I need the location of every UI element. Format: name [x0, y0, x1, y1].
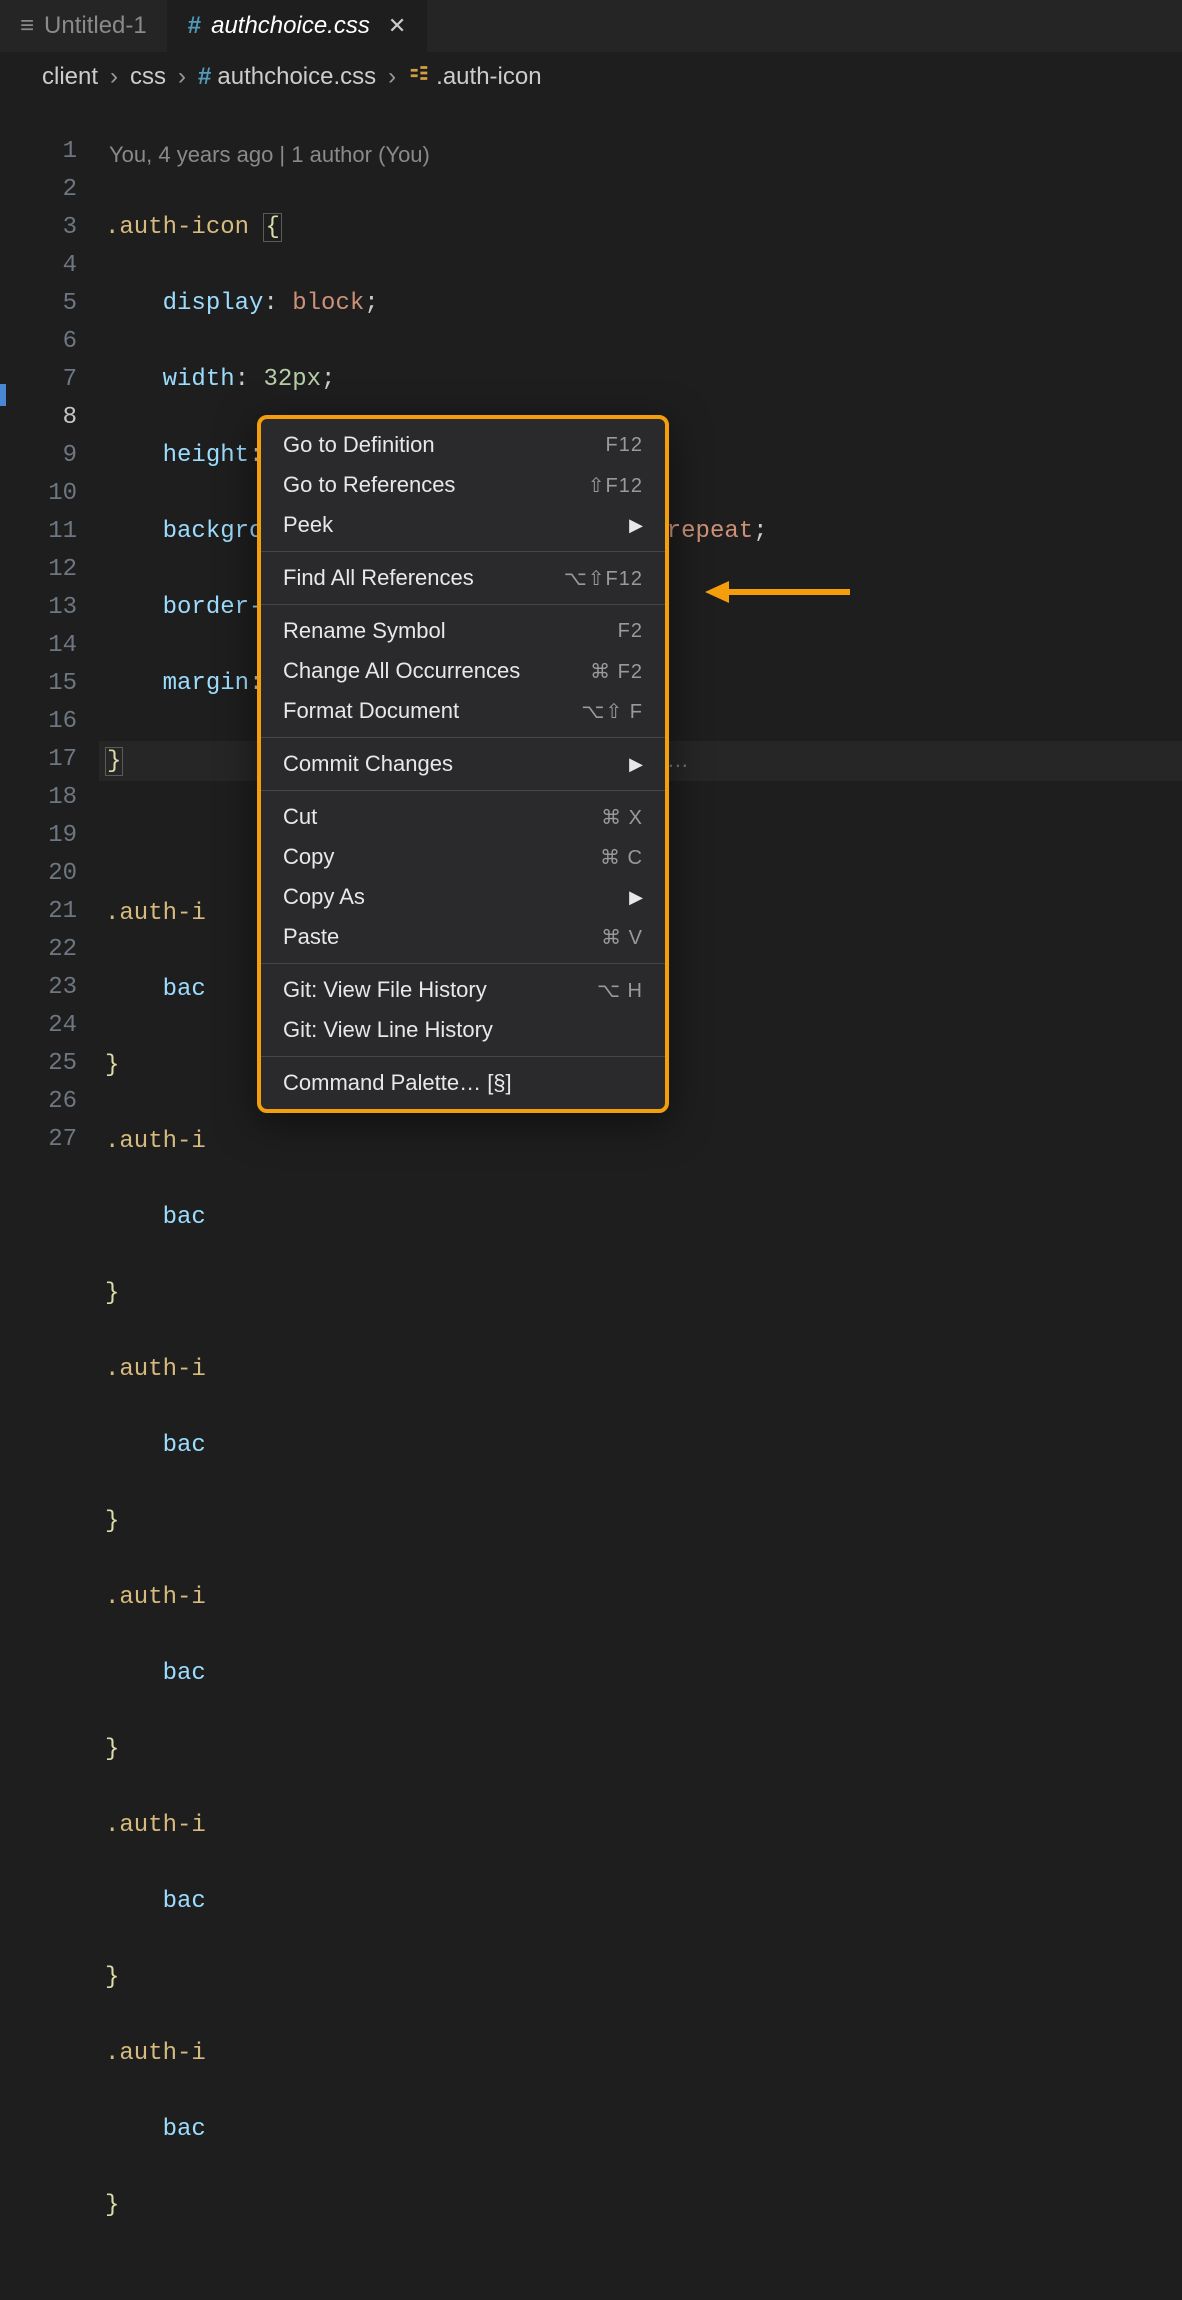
menu-go-to-definition[interactable]: Go to DefinitionF12	[261, 425, 665, 465]
code-line: width: 32px;	[105, 361, 1182, 399]
line-number: 15	[0, 665, 77, 703]
line-number: 25	[0, 1045, 77, 1083]
menu-separator	[261, 604, 665, 605]
codelens-blame[interactable]: You, 4 years ago | 1 author (You)	[105, 139, 1182, 171]
context-menu: Go to DefinitionF12 Go to References⇧F12…	[257, 415, 669, 1113]
line-number: 1	[0, 133, 77, 171]
menu-separator	[261, 790, 665, 791]
line-number: 17	[0, 741, 77, 779]
menu-command-palette[interactable]: Command Palette… [§]	[261, 1063, 665, 1103]
line-number: 14	[0, 627, 77, 665]
line-number: 7	[0, 361, 77, 399]
menu-separator	[261, 551, 665, 552]
line-number: 10	[0, 475, 77, 513]
code-line: .auth-i	[105, 1123, 1182, 1161]
menu-go-to-references[interactable]: Go to References⇧F12	[261, 465, 665, 505]
menu-cut[interactable]: Cut⌘ X	[261, 797, 665, 837]
crumb-css[interactable]: css	[130, 63, 166, 91]
code-line: bac	[105, 2111, 1182, 2149]
crumb-client[interactable]: client	[42, 63, 98, 91]
menu-separator	[261, 963, 665, 964]
menu-paste[interactable]: Paste⌘ V	[261, 917, 665, 957]
css-file-icon: #	[198, 63, 211, 91]
line-number: 23	[0, 969, 77, 1007]
line-number: 24	[0, 1007, 77, 1045]
menu-copy-as[interactable]: Copy As▶	[261, 877, 665, 917]
close-icon[interactable]: ✕	[388, 13, 406, 39]
line-number: 5	[0, 285, 77, 323]
line-number: 9	[0, 437, 77, 475]
menu-separator	[261, 1056, 665, 1057]
menu-copy[interactable]: Copy⌘ C	[261, 837, 665, 877]
line-number: 13	[0, 589, 77, 627]
tab-untitled[interactable]: ≡ Untitled-1	[0, 0, 168, 52]
line-number: 2	[0, 171, 77, 209]
line-number: 18	[0, 779, 77, 817]
code-line: }	[105, 2187, 1182, 2225]
code-line: .auth-i	[105, 1807, 1182, 1845]
line-number: 16	[0, 703, 77, 741]
annotation-arrow-icon	[705, 577, 855, 613]
crumb-symbol[interactable]: .auth-icon	[436, 63, 541, 91]
code-line: display: block;	[105, 285, 1182, 323]
line-number: 3	[0, 209, 77, 247]
line-number: 19	[0, 817, 77, 855]
code-line: }	[105, 1275, 1182, 1313]
tab-label: authchoice.css	[211, 12, 370, 40]
line-number: 11	[0, 513, 77, 551]
line-number: 12	[0, 551, 77, 589]
code-line: bac	[105, 1199, 1182, 1237]
menu-commit-changes[interactable]: Commit Changes▶	[261, 744, 665, 784]
chevron-right-icon: ▶	[629, 754, 643, 775]
crumb-file[interactable]: authchoice.css	[217, 63, 376, 91]
code-line: .auth-i	[105, 1351, 1182, 1389]
code-line: bac	[105, 1655, 1182, 1693]
code-line: .auth-i	[105, 2035, 1182, 2073]
code-line: bac	[105, 1883, 1182, 1921]
code-line: }	[105, 1731, 1182, 1769]
line-number: 4	[0, 247, 77, 285]
line-number: 6	[0, 323, 77, 361]
menu-change-all-occurrences[interactable]: Change All Occurrences⌘ F2	[261, 651, 665, 691]
menu-separator	[261, 737, 665, 738]
menu-git-view-line-history[interactable]: Git: View Line History	[261, 1010, 665, 1050]
chevron-right-icon: ›	[382, 63, 402, 91]
line-number: 27	[0, 1121, 77, 1159]
chevron-right-icon: ›	[172, 63, 192, 91]
code-line: }	[105, 1959, 1182, 1997]
modified-marker	[0, 384, 6, 406]
menu-git-view-file-history[interactable]: Git: View File History⌥ H	[261, 970, 665, 1010]
breadcrumb[interactable]: client › css › # authchoice.css › .auth-…	[0, 52, 1182, 101]
menu-rename-symbol[interactable]: Rename SymbolF2	[261, 611, 665, 651]
code-line: .auth-icon {	[105, 209, 1182, 247]
code-line: bac	[105, 1427, 1182, 1465]
tab-authchoice[interactable]: # authchoice.css ✕	[168, 0, 428, 52]
line-number: 26	[0, 1083, 77, 1121]
line-number: 8	[0, 399, 77, 437]
menu-peek[interactable]: Peek▶	[261, 505, 665, 545]
css-file-icon: #	[188, 12, 201, 40]
tab-bar: ≡ Untitled-1 # authchoice.css ✕	[0, 0, 1182, 52]
css-rule-icon	[408, 62, 430, 91]
line-number: 20	[0, 855, 77, 893]
chevron-right-icon: ▶	[629, 515, 643, 536]
menu-find-all-references[interactable]: Find All References⌥⇧F12	[261, 558, 665, 598]
line-number: 22	[0, 931, 77, 969]
chevron-right-icon: ›	[104, 63, 124, 91]
chevron-right-icon: ▶	[629, 887, 643, 908]
line-number: 21	[0, 893, 77, 931]
tab-label: Untitled-1	[44, 12, 147, 40]
code-line: }	[105, 1503, 1182, 1541]
code-line: .auth-i	[105, 1579, 1182, 1617]
line-gutter: 1 2 3 4 5 6 7 8 9 10 11 12 13 14 15 16 1…	[0, 101, 105, 2300]
menu-icon: ≡	[20, 12, 34, 40]
menu-format-document[interactable]: Format Document⌥⇧ F	[261, 691, 665, 731]
